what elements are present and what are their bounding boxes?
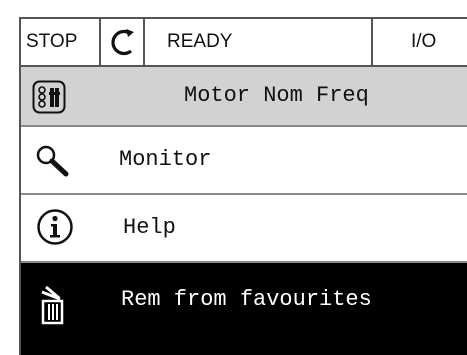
menu-item-help[interactable]: Help bbox=[21, 195, 467, 263]
control-place: I/O bbox=[411, 31, 437, 52]
trash-icon bbox=[39, 283, 67, 330]
menu-item-label: Monitor bbox=[119, 147, 212, 172]
info-icon bbox=[36, 208, 74, 251]
menu-header: Motor Nom Freq bbox=[21, 67, 467, 127]
search-icon bbox=[35, 144, 69, 183]
menu-item-label: Rem from favourites bbox=[121, 287, 372, 312]
rotation-direction-icon bbox=[101, 19, 145, 65]
run-status: READY bbox=[145, 19, 373, 65]
drive-state: STOP bbox=[21, 19, 101, 65]
parameter-edit-icon bbox=[32, 80, 66, 119]
keypad-display: STOP READY I/O Motor Nom Freq Monitor He… bbox=[19, 17, 467, 355]
status-bar: STOP READY I/O bbox=[21, 19, 467, 67]
page-title: Motor Nom Freq bbox=[184, 83, 369, 108]
menu-item-monitor[interactable]: Monitor bbox=[21, 127, 467, 195]
menu-item-rem-from-favourites[interactable]: Rem from favourites bbox=[21, 263, 467, 355]
menu-item-label: Help bbox=[123, 215, 176, 240]
